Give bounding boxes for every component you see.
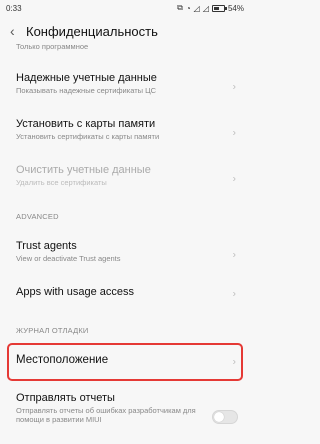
battery-icon [211, 4, 227, 12]
item-subtitle: Удалить все сертификаты [16, 178, 107, 187]
battery-percent: 54% [227, 3, 244, 13]
section-header-advanced: ADVANCED [16, 212, 59, 221]
item-title: Apps with usage access [16, 286, 135, 298]
chevron-right-icon: › [232, 127, 236, 139]
usage-access-item[interactable]: Apps with usage access › [0, 286, 250, 302]
vibrate-icon: ⧉ [177, 3, 183, 12]
status-bar: 0:33 ⧉ ◔ ◿ ◿ 54% [0, 0, 250, 16]
signal-2-icon: ◿ [202, 3, 209, 13]
page-title: Конфиденциальность [26, 23, 158, 39]
chevron-right-icon: › [232, 249, 236, 261]
status-time: 0:33 [6, 3, 22, 13]
item-title: Отправлять отчеты [16, 392, 115, 404]
section-header-debug: ЖУРНАЛ ОТЛАДКИ [16, 326, 89, 335]
item-title: Надежные учетные данные [16, 72, 157, 84]
send-reports-toggle[interactable] [212, 410, 238, 424]
item-subtitle: Отправлять отчеты об ошибках разработчик… [16, 406, 196, 424]
clear-credentials-item[interactable]: Очистить учетные данные Удалить все серт… [0, 164, 250, 194]
trusted-credentials-item[interactable]: Надежные учетные данные Показывать надеж… [0, 72, 250, 102]
item-subtitle: Показывать надежные сертификаты ЦС [16, 86, 157, 95]
signal-icon: ◿ [193, 3, 200, 13]
highlight-box [7, 343, 243, 381]
toggle-knob [214, 412, 224, 422]
item-title: Trust agents [16, 240, 77, 252]
chevron-right-icon: › [232, 81, 236, 93]
trust-agents-item[interactable]: Trust agents View or deactivate Trust ag… [0, 240, 250, 270]
chevron-right-icon: › [232, 288, 236, 300]
chevron-right-icon: › [232, 173, 236, 185]
item-subtitle: Установить сертификаты с карты памяти [16, 132, 160, 141]
install-from-sd-item[interactable]: Установить с карты памяти Установить сер… [0, 118, 250, 148]
send-reports-item[interactable]: Отправлять отчеты Отправлять отчеты об о… [0, 392, 250, 436]
wifi-icon: ◔ [185, 3, 191, 13]
item-title: Установить с карты памяти [16, 118, 156, 130]
item-subtitle: View or deactivate Trust agents [16, 254, 121, 263]
item-title: Очистить учетные данные [16, 164, 151, 176]
settings-list: Только программное [0, 42, 250, 54]
back-arrow-icon[interactable]: ‹ [10, 23, 24, 39]
previous-item-subtitle: Только программное [16, 42, 89, 51]
status-icons: ⧉ ◔ ◿ ◿ 54% [177, 3, 244, 13]
